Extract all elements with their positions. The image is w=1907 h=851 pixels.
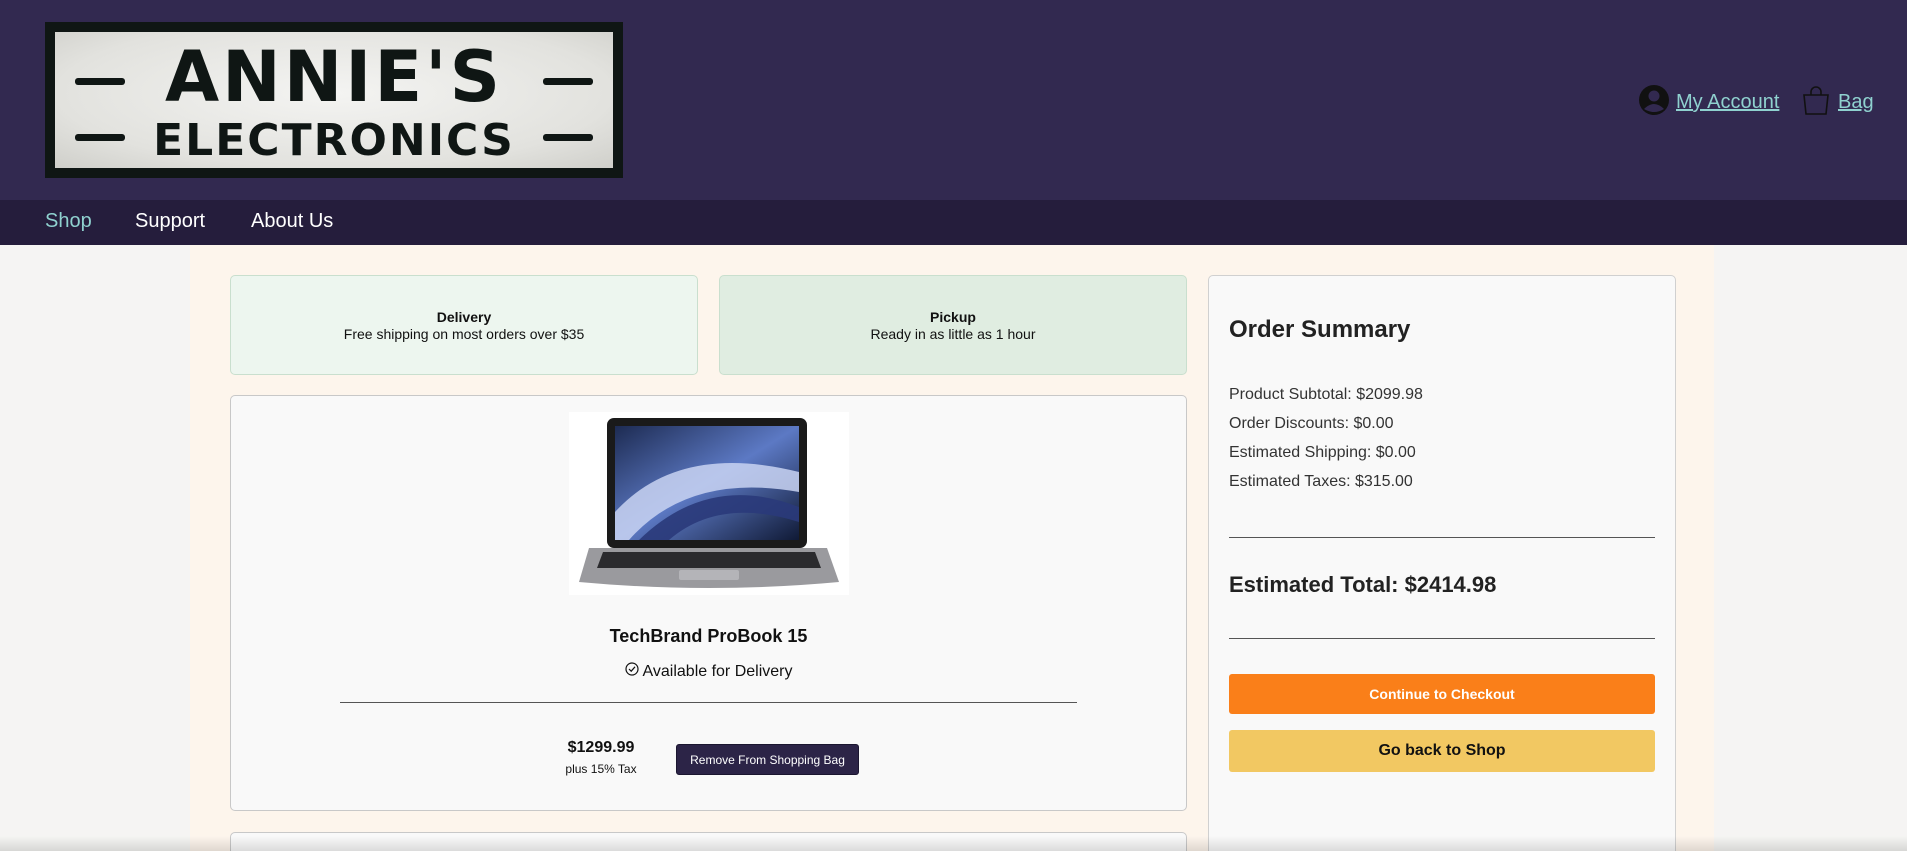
estimated-taxes: Estimated Taxes: $315.00 xyxy=(1229,473,1413,490)
delivery-title: Delivery xyxy=(436,309,492,325)
nav-item-shop[interactable]: Shop xyxy=(45,210,92,233)
main-nav: Shop Support About Us xyxy=(0,200,1907,245)
my-account[interactable]: My Account xyxy=(1638,84,1779,121)
remove-from-bag-button[interactable]: Remove From Shopping Bag xyxy=(676,744,859,775)
divider xyxy=(340,702,1077,703)
logo-plate: ANNIE'S ELECTRONICS xyxy=(55,32,613,168)
divider xyxy=(1229,537,1655,538)
bag[interactable]: Bag xyxy=(1800,84,1874,121)
divider xyxy=(1229,638,1655,639)
pickup-title: Pickup xyxy=(930,309,976,325)
nav-item-support[interactable]: Support xyxy=(135,210,205,233)
brand-logo[interactable]: ANNIE'S ELECTRONICS xyxy=(45,22,623,178)
delivery-subtitle: Free shipping on most orders over $35 xyxy=(343,325,585,342)
logo-text-line1: ANNIE'S xyxy=(164,36,504,118)
cart-item: TechBrand ProBook 15 Available for Deliv… xyxy=(230,395,1187,811)
availability-text: Available for Delivery xyxy=(642,662,793,680)
delivery-option[interactable]: Delivery Free shipping on most orders ov… xyxy=(230,275,698,375)
pickup-subtitle: Ready in as little as 1 hour xyxy=(870,325,1036,342)
bottom-shadow xyxy=(0,836,1907,851)
product-price: $1299.99 xyxy=(567,739,635,756)
logo-text-line2: ELECTRONICS xyxy=(153,115,515,166)
nav-item-about-us[interactable]: About Us xyxy=(251,210,333,233)
estimated-total: Estimated Total: $2414.98 xyxy=(1229,572,1497,597)
tax-note: plus 15% Tax xyxy=(565,762,637,776)
product-subtotal: Product Subtotal: $2099.98 xyxy=(1229,386,1423,403)
order-discounts: Order Discounts: $0.00 xyxy=(1229,415,1394,432)
availability: Available for Delivery xyxy=(231,662,1186,681)
bag-content: Delivery Free shipping on most orders ov… xyxy=(190,245,1714,851)
user-circle-icon xyxy=(1638,84,1670,121)
order-summary-title: Order Summary xyxy=(1229,316,1411,343)
check-circle-icon xyxy=(624,662,643,681)
product-image[interactable] xyxy=(569,412,849,595)
continue-to-checkout-button[interactable]: Continue to Checkout xyxy=(1229,674,1655,714)
pickup-option[interactable]: Pickup Ready in as little as 1 hour xyxy=(719,275,1187,375)
estimated-shipping: Estimated Shipping: $0.00 xyxy=(1229,444,1416,461)
order-summary: Order Summary Product Subtotal: $2099.98… xyxy=(1208,275,1676,851)
back-to-shop-button[interactable]: Go back to Shop xyxy=(1229,730,1655,772)
site-header: ANNIE'S ELECTRONICS My Account Bag xyxy=(0,0,1907,200)
bag-link[interactable]: Bag xyxy=(1838,91,1874,114)
product-name[interactable]: TechBrand ProBook 15 xyxy=(231,626,1186,647)
my-account-link[interactable]: My Account xyxy=(1676,91,1779,114)
shopping-bag-icon xyxy=(1800,84,1832,121)
